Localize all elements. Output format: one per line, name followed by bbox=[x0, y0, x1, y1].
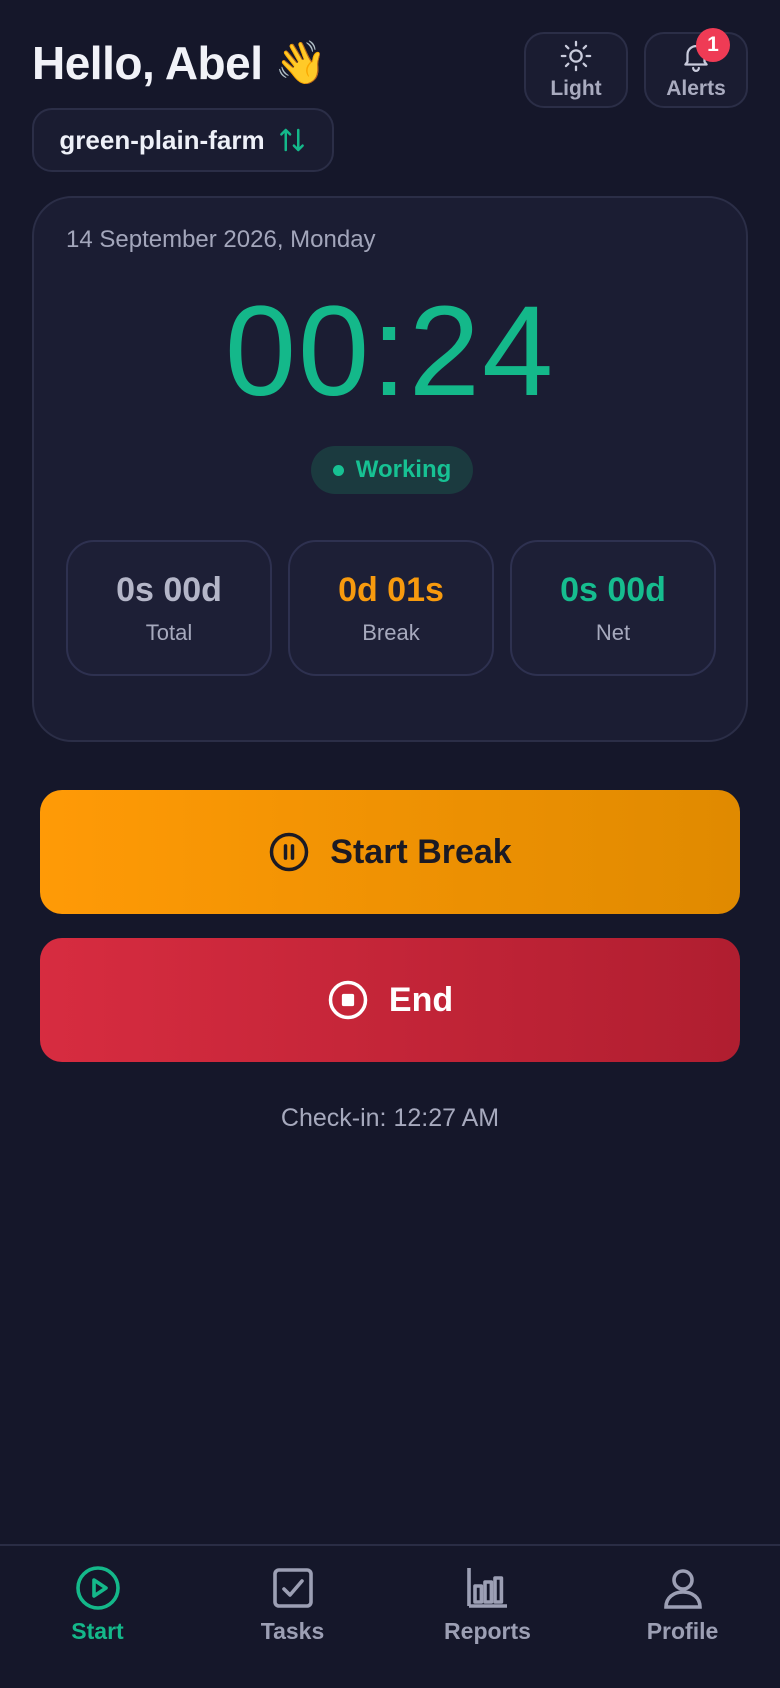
stop-circle-icon bbox=[328, 980, 368, 1020]
stat-break-value: 0d 01s bbox=[338, 570, 444, 609]
stat-total-value: 0s 00d bbox=[116, 570, 222, 609]
nav-item-start[interactable]: Start bbox=[0, 1546, 195, 1688]
play-circle-icon bbox=[75, 1566, 120, 1610]
stat-total-label: Total bbox=[145, 619, 193, 645]
theme-toggle-label: Light bbox=[550, 77, 602, 100]
stat-break: 0d 01s Break bbox=[288, 540, 494, 676]
nav-item-profile[interactable]: Profile bbox=[585, 1546, 780, 1688]
nav-tasks-label: Tasks bbox=[260, 1618, 325, 1644]
nav-reports-label: Reports bbox=[444, 1618, 531, 1644]
nav-item-reports[interactable]: Reports bbox=[390, 1546, 585, 1688]
checkbox-icon bbox=[272, 1568, 313, 1608]
user-icon bbox=[663, 1569, 702, 1609]
stat-net-value: 0s 00d bbox=[560, 570, 666, 609]
alerts-badge: 1 bbox=[696, 28, 730, 62]
start-break-button[interactable]: Start Break bbox=[40, 790, 740, 914]
sun-icon bbox=[560, 40, 592, 72]
nav-start-label: Start bbox=[71, 1618, 124, 1644]
farm-selector[interactable]: green-plain-farm bbox=[32, 108, 334, 172]
status-dot-icon bbox=[332, 464, 344, 476]
checkin-time: Check-in: 12:27 AM bbox=[280, 1104, 500, 1132]
alerts-label: Alerts bbox=[666, 77, 726, 100]
stat-total: 0s 00d Total bbox=[66, 540, 272, 676]
swap-vertical-icon bbox=[279, 128, 304, 152]
status-badge: Working bbox=[311, 446, 473, 494]
nav-item-tasks[interactable]: Tasks bbox=[195, 1546, 390, 1688]
stat-net: 0s 00d Net bbox=[510, 540, 716, 676]
session-date: 14 September 2026, Monday bbox=[66, 226, 376, 253]
theme-toggle-button[interactable]: Light bbox=[524, 32, 628, 108]
app-root: Hello, Abel 👋 Light Alerts 1 green-plain… bbox=[0, 0, 780, 1688]
wave-emoji: 👋 bbox=[274, 38, 327, 86]
end-button[interactable]: End bbox=[40, 938, 740, 1062]
session-timer: 00:24 bbox=[224, 280, 556, 423]
stat-net-label: Net bbox=[595, 619, 631, 645]
nav-profile-label: Profile bbox=[646, 1618, 719, 1644]
bottom-nav: Start Tasks Reports Profile bbox=[0, 1544, 780, 1688]
greeting-text: Hello, Abel bbox=[32, 37, 263, 89]
session-card: 14 September 2026, Monday 00:24 Working … bbox=[32, 196, 748, 742]
alerts-button[interactable]: Alerts 1 bbox=[644, 28, 748, 108]
bar-chart-icon bbox=[466, 1568, 507, 1608]
stat-break-label: Break bbox=[362, 619, 420, 645]
status-text: Working bbox=[355, 456, 452, 483]
end-label: End bbox=[388, 980, 454, 1019]
pause-circle-icon bbox=[270, 832, 309, 872]
start-break-label: Start Break bbox=[330, 832, 512, 871]
farm-name: green-plain-farm bbox=[59, 124, 265, 155]
greeting: Hello, Abel 👋 bbox=[32, 36, 327, 90]
